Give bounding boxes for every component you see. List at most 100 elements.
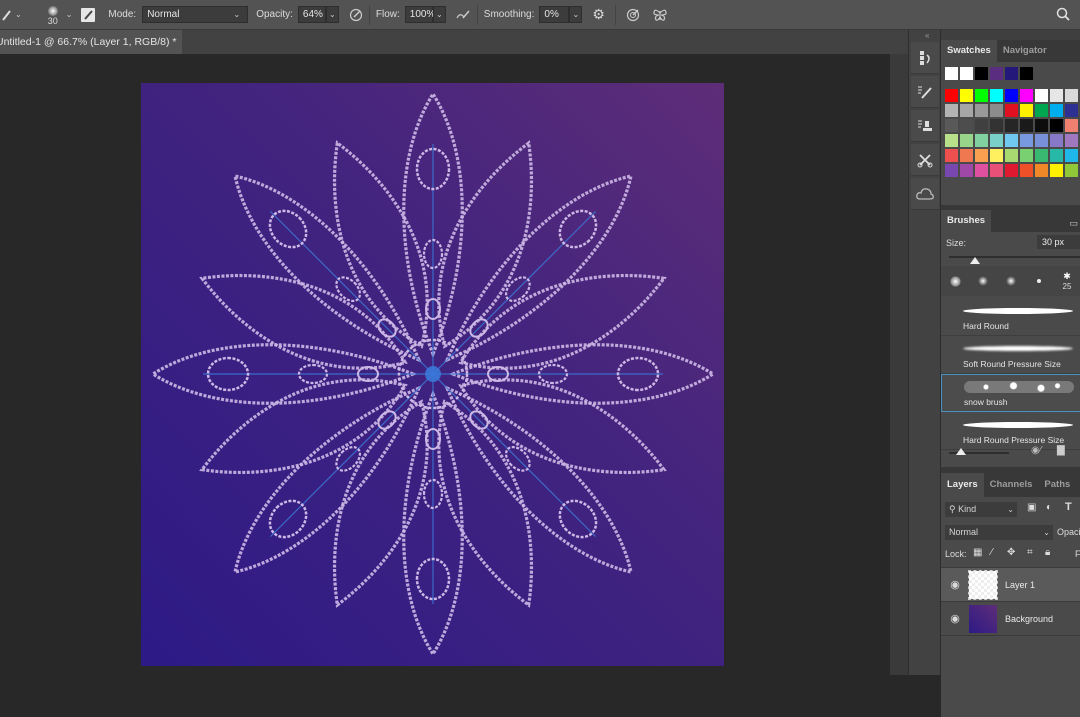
swatch[interactable] [1005,89,1018,102]
swatch[interactable] [1050,89,1063,102]
lock-image-icon[interactable]: ⁄ [991,547,993,558]
flow-input[interactable]: 100% [404,6,435,23]
swatch[interactable] [1065,149,1078,162]
swatch[interactable] [1065,134,1078,147]
tab-brushes[interactable]: Brushes [941,210,992,232]
search-icon[interactable] [1056,7,1070,21]
smoothing-input[interactable]: 0% [539,6,570,23]
swatch[interactable] [1005,104,1018,117]
clone-source-button[interactable] [911,110,939,142]
layer-row[interactable]: ◉ Layer 1 [941,568,1080,602]
swatch[interactable] [1050,119,1063,132]
tab-paths[interactable]: Paths [1038,473,1076,497]
recent-swatch[interactable] [990,67,1003,80]
toggle-brush-panel-icon[interactable] [81,7,96,22]
history-panel-button[interactable] [911,42,939,74]
swatch[interactable] [1065,89,1078,102]
tool-presets-button[interactable] [911,144,939,176]
swatch[interactable] [960,104,973,117]
swatch[interactable] [1035,104,1048,117]
swatch[interactable] [945,104,958,117]
collapse-panels-icon[interactable]: « [925,31,929,40]
folder-icon[interactable]: ▇ [1057,445,1065,456]
gear-icon[interactable]: ⚙ [592,6,605,23]
swatch[interactable] [960,134,973,147]
lock-artboard-icon[interactable]: ⌗ [1027,547,1033,558]
mode-select[interactable]: Normal ⌄ [142,6,249,23]
swatch[interactable] [975,89,988,102]
brush-tip-soft-2[interactable] [997,266,1025,296]
smoothing-dropdown[interactable]: ⌄ [569,6,583,23]
brush-settings-button[interactable] [911,76,939,108]
swatch[interactable] [1005,119,1018,132]
vertical-scrollbar[interactable] [890,54,908,675]
brush-preset-picker[interactable]: 30 [43,4,63,26]
swatch[interactable] [945,134,958,147]
swatch[interactable] [1035,119,1048,132]
brush-tip-custom[interactable]: ✱ 25 [1053,266,1080,296]
lock-position-icon[interactable]: ✥ [1007,547,1015,558]
swatch[interactable] [990,134,1003,147]
swatch[interactable] [945,164,958,177]
swatch[interactable] [990,119,1003,132]
swatch[interactable] [1020,104,1033,117]
brush-tip-soft[interactable] [969,266,997,296]
symmetry-butterfly-icon[interactable] [652,8,668,22]
swatch[interactable] [1005,164,1018,177]
blend-mode-select[interactable]: Normal ⌄ [945,525,1053,540]
tab-layers[interactable]: Layers [941,473,984,497]
swatch[interactable] [1050,164,1063,177]
swatch[interactable] [1035,164,1048,177]
layer-filter-select[interactable]: ⚲ Kind ⌄ [945,502,1017,517]
swatch[interactable] [990,149,1003,162]
brush-tool-icon[interactable] [2,9,12,21]
brush-preset-item[interactable]: snow brush [941,374,1080,412]
swatch[interactable] [945,89,958,102]
swatch[interactable] [945,149,958,162]
new-swatch-icon[interactable]: ▭ [1069,218,1078,229]
swatch[interactable] [975,134,988,147]
size-slider-thumb[interactable] [969,257,980,264]
swatch[interactable] [1035,134,1048,147]
swatch[interactable] [990,104,1003,117]
swatch[interactable] [960,164,973,177]
recent-swatch[interactable] [975,67,988,80]
tab-channels[interactable]: Channels [984,473,1039,497]
tab-navigator[interactable]: Navigator [997,40,1053,62]
swatch[interactable] [1050,134,1063,147]
size-input[interactable]: 30 px [1037,235,1080,249]
tool-preset-dropdown[interactable]: ⌄ [15,10,22,19]
swatch[interactable] [1065,119,1078,132]
swatch[interactable] [990,164,1003,177]
airbrush-icon[interactable] [455,8,471,22]
swatch[interactable] [1020,89,1033,102]
swatch[interactable] [975,149,988,162]
pressure-size-icon[interactable] [626,8,640,22]
swatch[interactable] [975,119,988,132]
layer-row[interactable]: ◉ Background [941,602,1080,636]
swatch[interactable] [960,119,973,132]
canvas[interactable] [141,83,724,666]
swatch[interactable] [1035,89,1048,102]
swatch[interactable] [1050,149,1063,162]
preview-size-thumb[interactable] [956,448,966,455]
visibility-eye-icon[interactable]: ◉ [941,578,969,591]
pressure-opacity-icon[interactable] [349,8,363,22]
opacity-input[interactable]: 64% [297,6,326,23]
brush-preset-dropdown[interactable]: ⌄ [66,10,73,19]
filter-adjustment-icon[interactable]: ◐ [1046,502,1052,513]
swatch[interactable] [1035,149,1048,162]
recent-swatch[interactable] [945,67,958,80]
swatch[interactable] [1005,149,1018,162]
brush-preset-item[interactable]: Soft Round Pressure Size [941,336,1080,374]
swatch[interactable] [990,89,1003,102]
tab-swatches[interactable]: Swatches [941,40,997,62]
recent-swatch[interactable] [1020,67,1033,80]
swatch[interactable] [975,164,988,177]
swatch[interactable] [960,89,973,102]
swatch[interactable] [945,119,958,132]
filter-pixel-icon[interactable]: ▣ [1027,502,1036,513]
brush-tip-hard[interactable] [941,266,969,296]
toggle-brush-preview-icon[interactable]: ◉⁄ [1031,445,1041,456]
brush-tip-small[interactable] [1025,266,1053,296]
